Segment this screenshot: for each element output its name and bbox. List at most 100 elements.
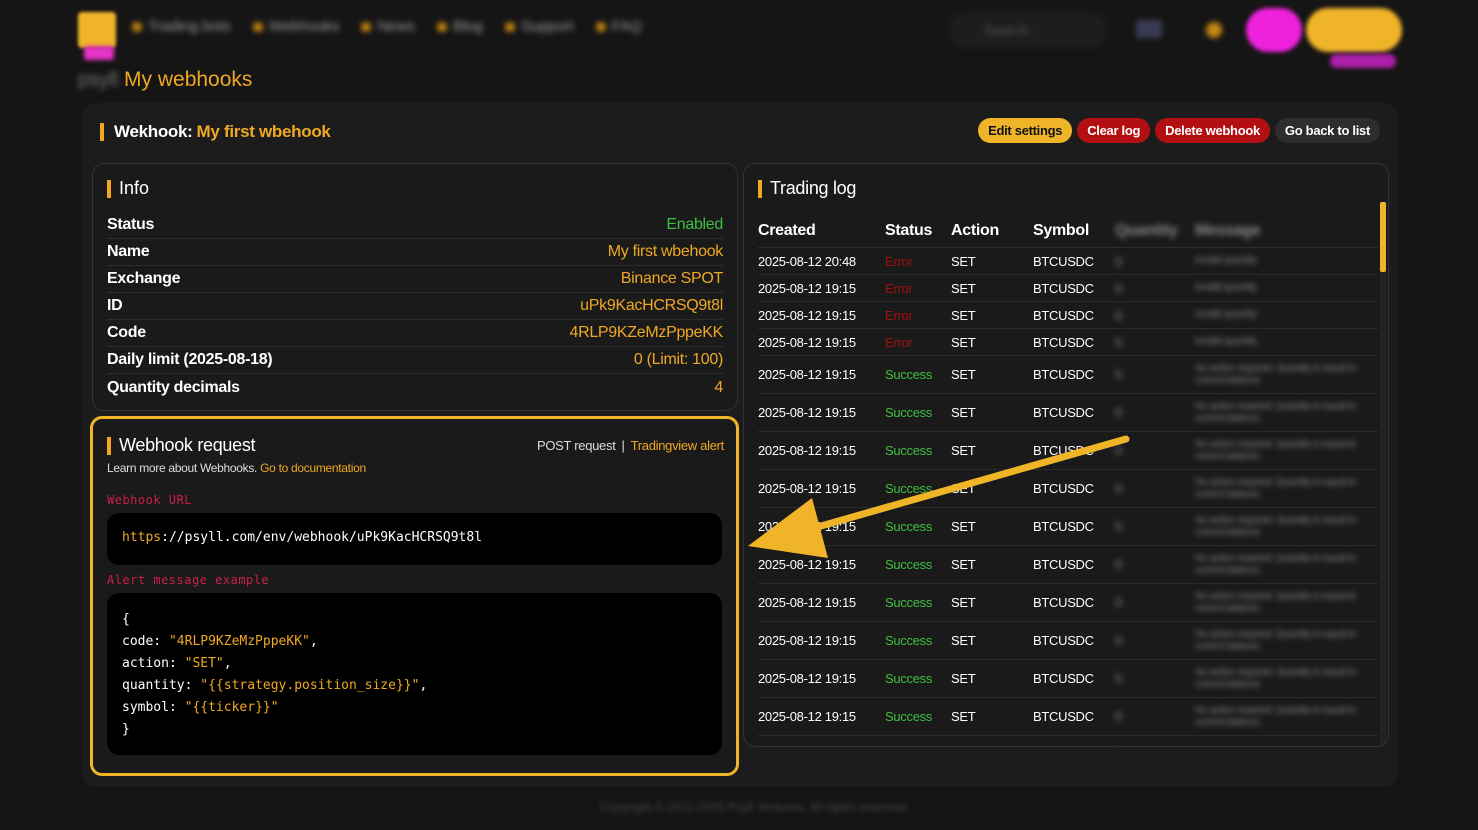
cell-quantity: 0 bbox=[1115, 307, 1122, 323]
nav-link-blog[interactable]: Blog bbox=[436, 18, 483, 35]
edit-settings-button[interactable]: Edit settings bbox=[978, 118, 1073, 143]
cell-action: SET bbox=[951, 334, 976, 350]
info-label: Status bbox=[107, 216, 155, 233]
nav-link-news[interactable]: News bbox=[361, 18, 415, 35]
cell-created: 2025-08-12 19:15 bbox=[758, 595, 856, 610]
column-header-action[interactable]: Action bbox=[951, 222, 1033, 240]
log-scrollbar[interactable] bbox=[1380, 202, 1386, 746]
cell-action: SET bbox=[951, 595, 976, 610]
json-line-symbol: symbol: "{{ticker}}" bbox=[122, 697, 707, 719]
language-flag-icon[interactable] bbox=[1136, 20, 1162, 38]
accent-bar bbox=[758, 179, 762, 198]
page-header: psyll My webhooks bbox=[78, 68, 252, 92]
table-body: 2025-08-12 20:48 Error SET BTCUSDC 0 Invalid … bbox=[758, 248, 1378, 746]
delete-webhook-button[interactable]: Delete webhook bbox=[1155, 118, 1270, 143]
cell-created: 2025-08-12 19:15 bbox=[758, 334, 856, 350]
cell-quantity: 0 bbox=[1115, 595, 1122, 610]
cell-quantity: 0 bbox=[1115, 443, 1122, 458]
nav-dot-icon bbox=[436, 21, 447, 32]
main-nav: Trading bots Webhooks News Blog Support … bbox=[132, 18, 642, 35]
clear-log-button[interactable]: Clear log bbox=[1077, 118, 1151, 143]
table-row: 2025-08-12 19:15SuccessSETBTCUSDC0No act… bbox=[758, 660, 1378, 698]
cell-message: No action required. Quantity is equal to… bbox=[1195, 628, 1356, 652]
cell-created: 2025-08-12 19:15 bbox=[758, 557, 856, 572]
json-line-quantity: quantity: "{{strategy.position_size}}", bbox=[122, 675, 707, 697]
account-button[interactable] bbox=[1306, 8, 1402, 52]
cell-action: SET bbox=[951, 253, 976, 269]
alert-message-box[interactable]: { code: "4RLP9KZeMzPppeKK", action: "SET… bbox=[107, 593, 722, 755]
webhook-heading: Wekhook: My first wbehook bbox=[100, 121, 331, 143]
column-header-message[interactable]: Message bbox=[1195, 222, 1375, 240]
cell-action: SET bbox=[951, 443, 976, 458]
cell-symbol: BTCUSDC bbox=[1033, 709, 1094, 724]
nav-link-support[interactable]: Support bbox=[504, 18, 574, 35]
cell-action: SET bbox=[951, 367, 976, 382]
url-protocol: https bbox=[122, 530, 162, 545]
cell-symbol: BTCUSDC bbox=[1033, 405, 1094, 420]
cell-quantity: 0 bbox=[1115, 557, 1122, 572]
cell-symbol: BTCUSDC bbox=[1033, 595, 1094, 610]
column-header-quantity[interactable]: Quantity bbox=[1115, 222, 1195, 240]
nav-link-trading-bots[interactable]: Trading bots bbox=[132, 18, 231, 35]
nav-link-label: Blog bbox=[452, 18, 483, 35]
cell-symbol: BTCUSDC bbox=[1033, 557, 1094, 572]
info-title-text: Info bbox=[119, 178, 150, 198]
cell-quantity: 0 bbox=[1115, 367, 1122, 382]
logo[interactable] bbox=[78, 12, 116, 48]
breadcrumb[interactable]: psyll bbox=[78, 69, 118, 92]
cell-message: No action required. Quantity is equal to… bbox=[1195, 590, 1356, 614]
json-value: "{{ticker}}" bbox=[184, 700, 279, 715]
cell-message: No action required. Quantity is equal to… bbox=[1195, 476, 1356, 500]
status-value: Enabled bbox=[666, 216, 723, 233]
info-row-exchange: Exchange Binance SPOT bbox=[107, 266, 723, 293]
back-to-list-button[interactable]: Go back to list bbox=[1274, 118, 1380, 143]
webhook-url-box[interactable]: https://psyll.com/env/webhook/uPk9KacHCR… bbox=[107, 513, 722, 565]
tradingview-alert-link[interactable]: Tradingview alert bbox=[631, 438, 725, 453]
table-row: 2025-08-12 19:15SuccessSETBTCUSDC0No act… bbox=[758, 546, 1378, 584]
webhook-heading-label: Wekhook: bbox=[114, 122, 193, 141]
nav-link-label: Trading bots bbox=[148, 18, 231, 35]
table-row: 2025-08-12 19:15SuccessSETBTCUSDC0No act… bbox=[758, 736, 1378, 746]
column-header-symbol[interactable]: Symbol bbox=[1033, 222, 1115, 240]
nav-link-faq[interactable]: FAQ bbox=[595, 18, 642, 35]
json-comma: , bbox=[223, 656, 232, 671]
table-row: 2025-08-12 19:15SuccessSETBTCUSDC0No act… bbox=[758, 508, 1378, 546]
name-value: My first wbehook bbox=[607, 243, 724, 260]
accent-bar bbox=[107, 179, 111, 198]
webhook-request-panel: Webhook request POST request | Tradingvi… bbox=[90, 416, 739, 776]
nav-link-label: FAQ bbox=[611, 18, 642, 35]
cell-status: Success bbox=[885, 367, 933, 382]
cell-action: SET bbox=[951, 307, 976, 323]
user-button[interactable] bbox=[1246, 8, 1302, 52]
nav-link-webhooks[interactable]: Webhooks bbox=[252, 18, 340, 35]
search-input[interactable]: Search... bbox=[948, 12, 1108, 48]
documentation-link[interactable]: Go to documentation bbox=[260, 461, 366, 475]
cell-action: SET bbox=[951, 519, 976, 534]
table-row: 2025-08-12 19:15 Error SET BTCUSDC 0 Invalid … bbox=[758, 302, 1378, 329]
cell-message: Invalid quantity bbox=[1195, 282, 1257, 293]
cell-created: 2025-08-12 19:15 bbox=[758, 307, 856, 323]
cell-quantity: 0 bbox=[1115, 253, 1122, 269]
post-request-link[interactable]: POST request bbox=[537, 438, 616, 453]
table-row: 2025-08-12 19:15SuccessSETBTCUSDC0No act… bbox=[758, 584, 1378, 622]
notification-icon[interactable] bbox=[1206, 22, 1222, 38]
column-header-status[interactable]: Status bbox=[885, 222, 951, 240]
log-scrollbar-thumb[interactable] bbox=[1380, 202, 1386, 272]
footer: Copyright © 2021-2025 Psyll Ventures. Al… bbox=[600, 800, 909, 814]
cell-symbol: BTCUSDC bbox=[1033, 443, 1094, 458]
column-header-created[interactable]: Created bbox=[758, 222, 885, 240]
info-row-quantity-decimals: Quantity decimals 4 bbox=[107, 374, 723, 401]
cell-message: No action required. Quantity is equal to… bbox=[1195, 704, 1356, 728]
cell-message: Invalid quantity bbox=[1195, 336, 1257, 347]
cell-message: Invalid quantity bbox=[1195, 309, 1257, 320]
info-panel-title: Info bbox=[107, 178, 149, 199]
code-value: 4RLP9KZeMzPppeKK bbox=[569, 324, 723, 341]
cell-message: No action required. Quantity is equal to… bbox=[1195, 400, 1356, 424]
account-balance-badge bbox=[1330, 54, 1396, 68]
nav-link-label: Webhooks bbox=[268, 18, 340, 35]
request-type-links: POST request | Tradingview alert bbox=[537, 438, 724, 453]
cell-quantity: 0 bbox=[1115, 633, 1122, 648]
info-row-code: Code 4RLP9KZeMzPppeKK bbox=[107, 320, 723, 347]
cell-status: Success bbox=[885, 557, 933, 572]
nav-dot-icon bbox=[252, 21, 263, 32]
